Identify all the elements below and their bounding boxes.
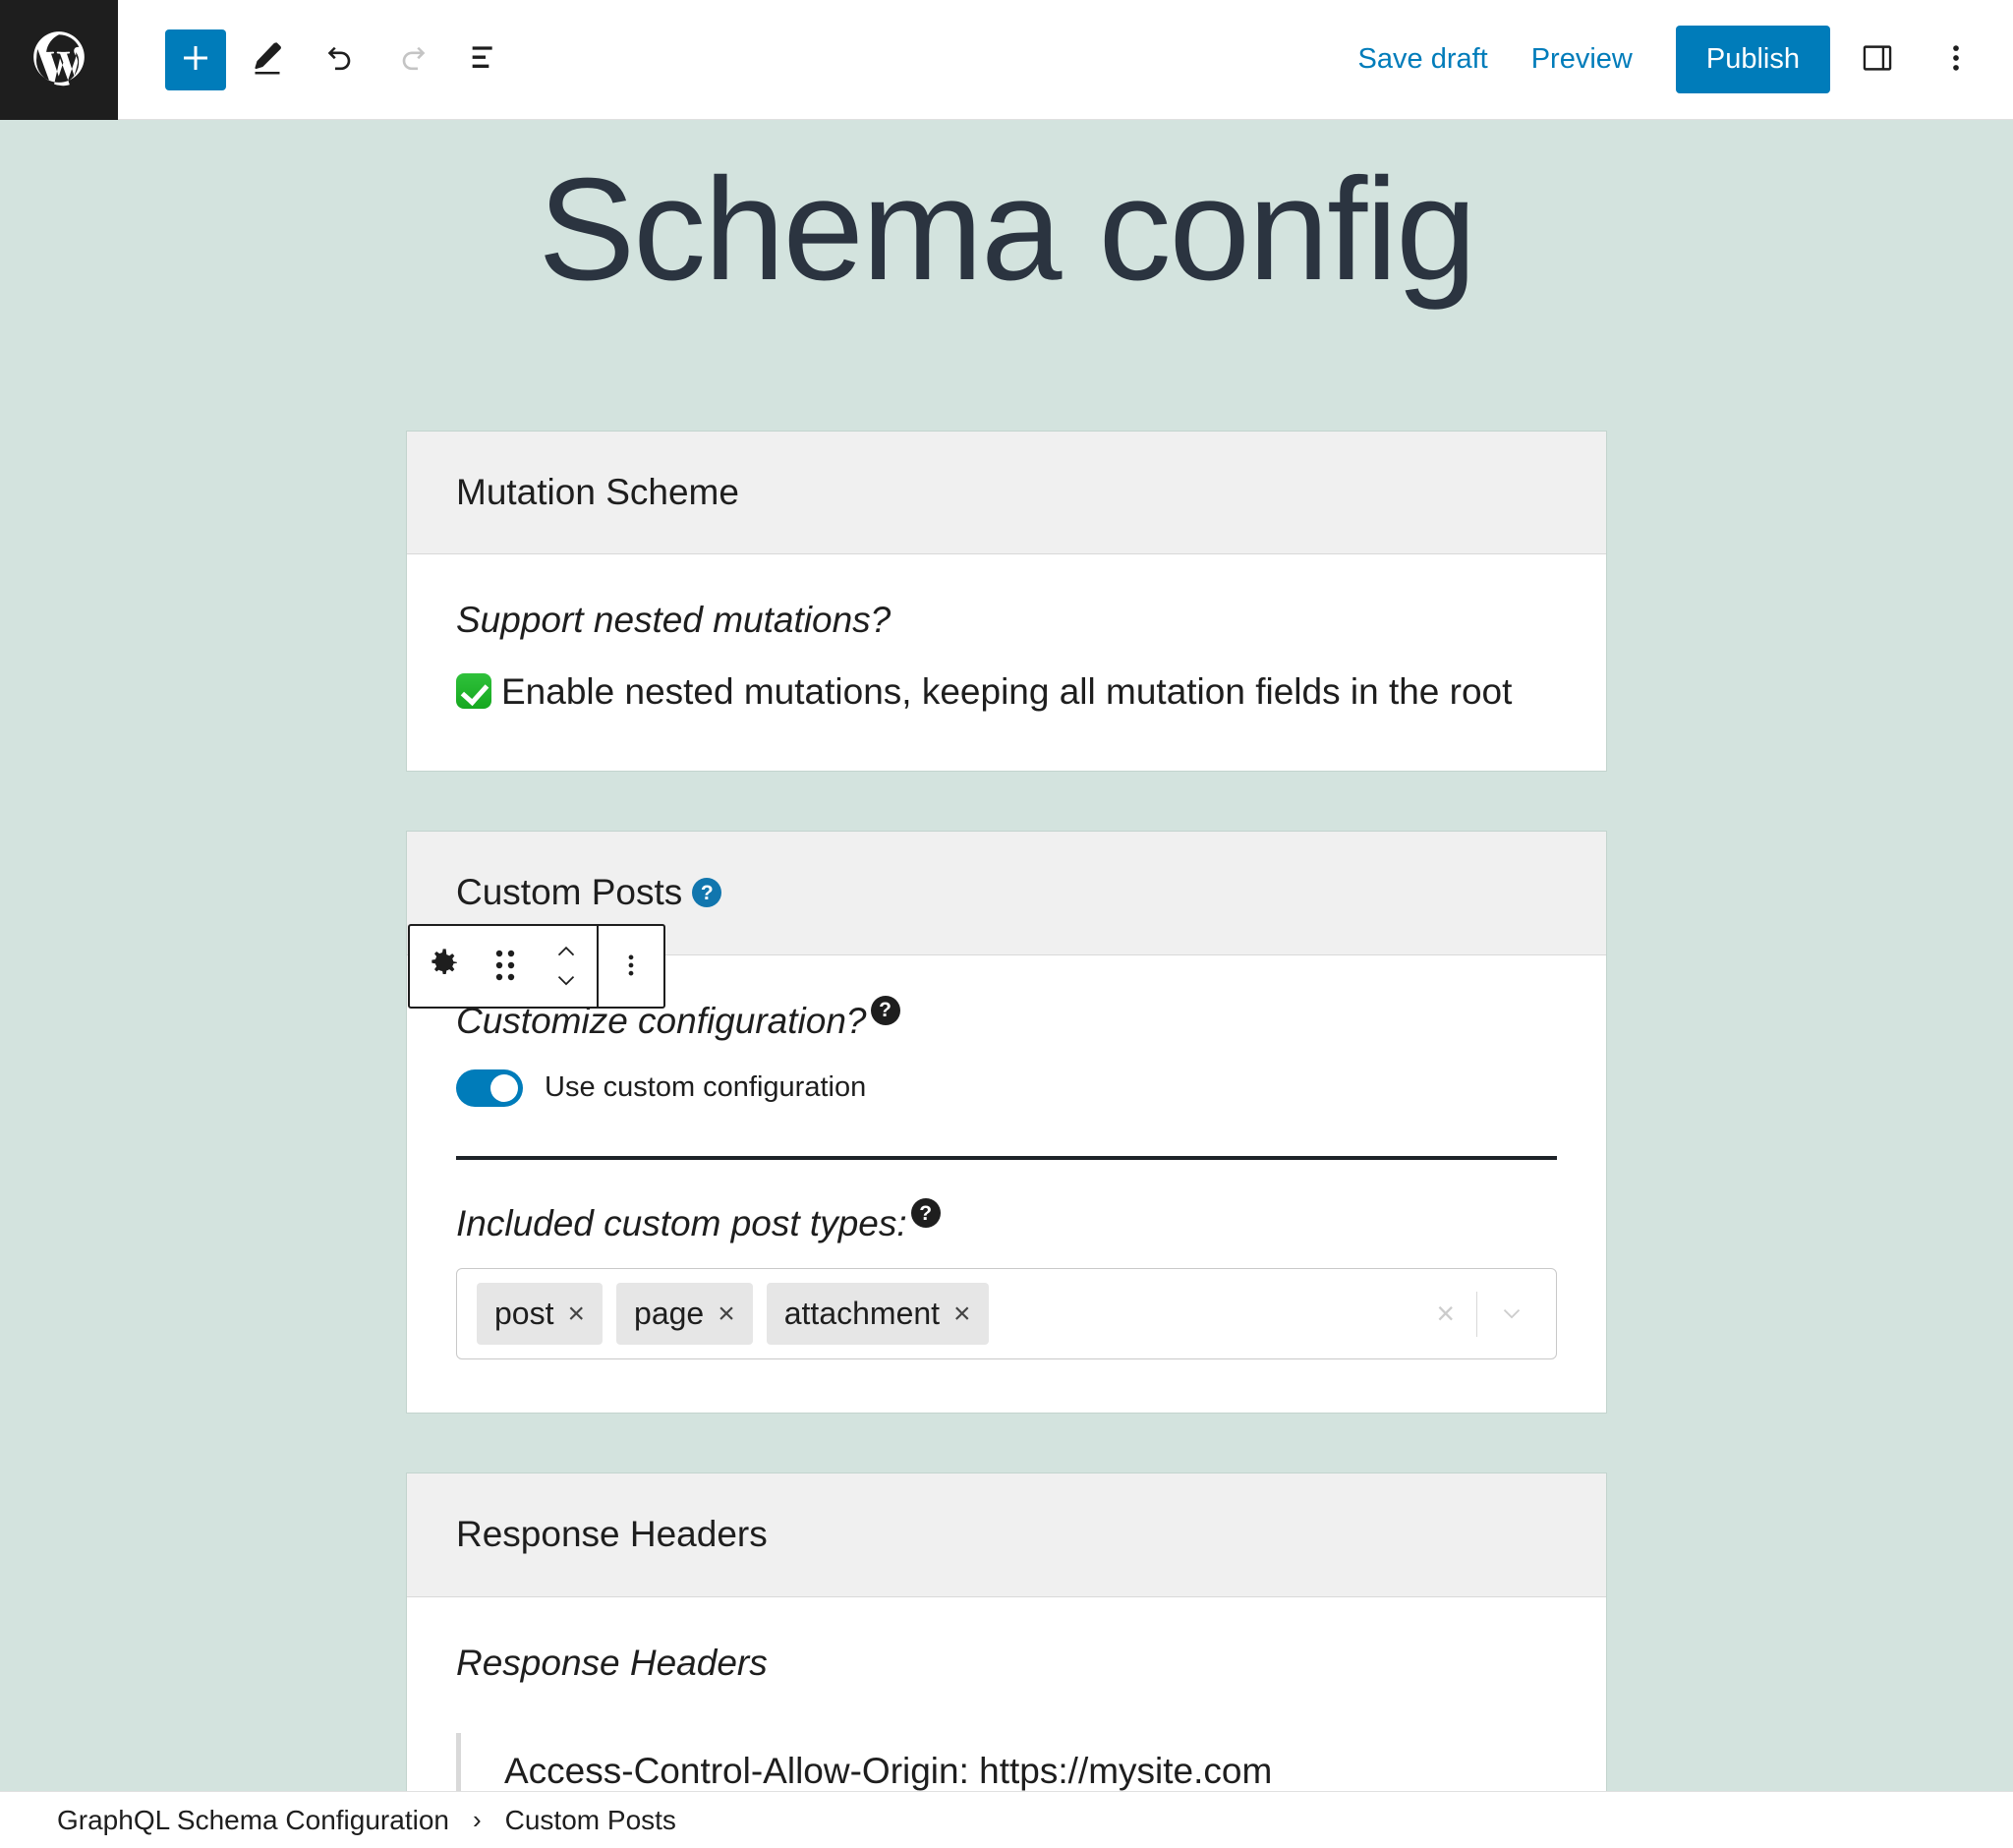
editor-canvas: Schema config Mutation Scheme Support ne… (0, 120, 2013, 1791)
move-up-button[interactable] (551, 935, 581, 966)
tag-label: attachment (783, 1296, 941, 1332)
section-divider (456, 1155, 1557, 1160)
included-post-types-select[interactable]: post × page × attachment × × (456, 1268, 1557, 1360)
gear-icon (423, 946, 462, 988)
clear-all-icon[interactable]: × (1414, 1296, 1476, 1332)
tag-item: post × (477, 1283, 604, 1346)
save-draft-button[interactable]: Save draft (1337, 29, 1510, 89)
panel-header: Mutation Scheme (407, 432, 1606, 555)
panel-custom-posts: Custom Posts ? Customize configuration??… (406, 831, 1607, 1415)
panel-mutation-scheme: Mutation Scheme Support nested mutations… (406, 431, 1607, 773)
page-title[interactable]: Schema config (0, 120, 2013, 303)
undo-icon (320, 38, 360, 81)
plus-icon (178, 40, 213, 79)
toggle-row: Use custom configuration (456, 1068, 1557, 1107)
field-customize-configuration: Customize configuration?? Use custom con… (456, 995, 1557, 1107)
block-toolbar-main-group (410, 926, 597, 1007)
preview-button[interactable]: Preview (1510, 29, 1654, 89)
blocks-area: Mutation Scheme Support nested mutations… (406, 303, 1607, 1791)
list-view-icon (466, 38, 505, 81)
tag-item: page × (616, 1283, 753, 1346)
drag-handle[interactable] (475, 926, 536, 1007)
use-custom-configuration-toggle[interactable] (456, 1068, 523, 1107)
vertical-ellipsis-icon (616, 951, 646, 983)
help-icon[interactable]: ? (910, 1198, 941, 1229)
panel-body: Response Headers Access-Control-Allow-Or… (407, 1596, 1606, 1791)
response-headers-list: Access-Control-Allow-Origin: https://mys… (456, 1732, 1557, 1791)
redo-icon (393, 38, 432, 81)
field-included-custom-post-types: Included custom post types:? post × page… (456, 1198, 1557, 1360)
breadcrumb-separator-icon: › (472, 1805, 482, 1834)
breadcrumb-item-document[interactable]: GraphQL Schema Configuration (47, 1799, 459, 1842)
panel-title: Response Headers (456, 1514, 768, 1555)
panel-title: Mutation Scheme (456, 472, 739, 512)
tag-remove-icon[interactable]: × (567, 1298, 585, 1331)
help-icon[interactable]: ? (870, 995, 900, 1025)
editor-footer: GraphQL Schema Configuration › Custom Po… (0, 1791, 2013, 1848)
drag-dots-icon (490, 948, 520, 986)
sidebar-panel-icon (1859, 39, 1896, 80)
publish-button[interactable]: Publish (1675, 26, 1830, 93)
field-label-included-custom-post-types: Included custom post types: (456, 1202, 907, 1243)
editor-actions-group: Save draft Preview Publish (1337, 26, 2013, 93)
breadcrumb-item-block[interactable]: Custom Posts (495, 1799, 686, 1842)
panel-body: Customize configuration?? Use custom con… (407, 954, 1606, 1414)
field-label-response-headers: Response Headers (456, 1642, 768, 1683)
tag-remove-icon[interactable]: × (953, 1298, 971, 1331)
block-toolbar (408, 924, 665, 1009)
block-options-button[interactable] (599, 926, 663, 1007)
tag-remove-icon[interactable]: × (718, 1298, 735, 1331)
checkbox-text: Enable nested mutations, keeping all mut… (501, 670, 1513, 712)
pencil-icon (248, 38, 287, 81)
list-view-button[interactable] (454, 29, 517, 91)
tag-item: attachment × (766, 1283, 989, 1346)
chevron-up-icon (551, 935, 581, 967)
move-down-button[interactable] (551, 966, 581, 998)
block-type-settings-button[interactable] (410, 926, 475, 1007)
vertical-ellipsis-icon (1939, 41, 1973, 78)
redo-button[interactable] (381, 29, 444, 91)
chevron-down-icon[interactable] (1477, 1299, 1546, 1329)
panel-header: Response Headers (407, 1473, 1606, 1597)
green-check-icon (456, 672, 491, 709)
editor-tools-group (118, 29, 517, 91)
panel-body: Support nested mutations? Enable nested … (407, 554, 1606, 772)
tag-label: page (634, 1296, 705, 1332)
field-label-support-nested-mutations: Support nested mutations? (456, 600, 891, 641)
wordpress-logo-button[interactable] (0, 0, 118, 120)
settings-sidebar-button[interactable] (1846, 29, 1909, 91)
editor-options-button[interactable] (1925, 29, 1987, 91)
editor-header: Save draft Preview Publish (0, 0, 2013, 120)
undo-button[interactable] (309, 29, 372, 91)
wordpress-logo-icon (29, 27, 89, 92)
chevron-down-icon (551, 966, 581, 999)
block-toolbar-options-group (599, 926, 663, 1007)
tag-label: post (494, 1296, 554, 1332)
selected-tags: post × page × attachment × (477, 1283, 1414, 1346)
block-movers (536, 926, 597, 1007)
panel-title: Custom Posts (456, 872, 683, 913)
response-header-line: Access-Control-Allow-Origin: https://mys… (504, 1750, 1273, 1791)
add-block-button[interactable] (165, 29, 226, 90)
tools-button[interactable] (236, 29, 299, 91)
checkbox-enable-nested-mutations[interactable]: Enable nested mutations, keeping all mut… (456, 665, 1557, 719)
panel-response-headers: Response Headers Response Headers Access… (406, 1473, 1607, 1791)
help-icon[interactable]: ? (692, 878, 722, 908)
toggle-label: Use custom configuration (545, 1071, 867, 1104)
